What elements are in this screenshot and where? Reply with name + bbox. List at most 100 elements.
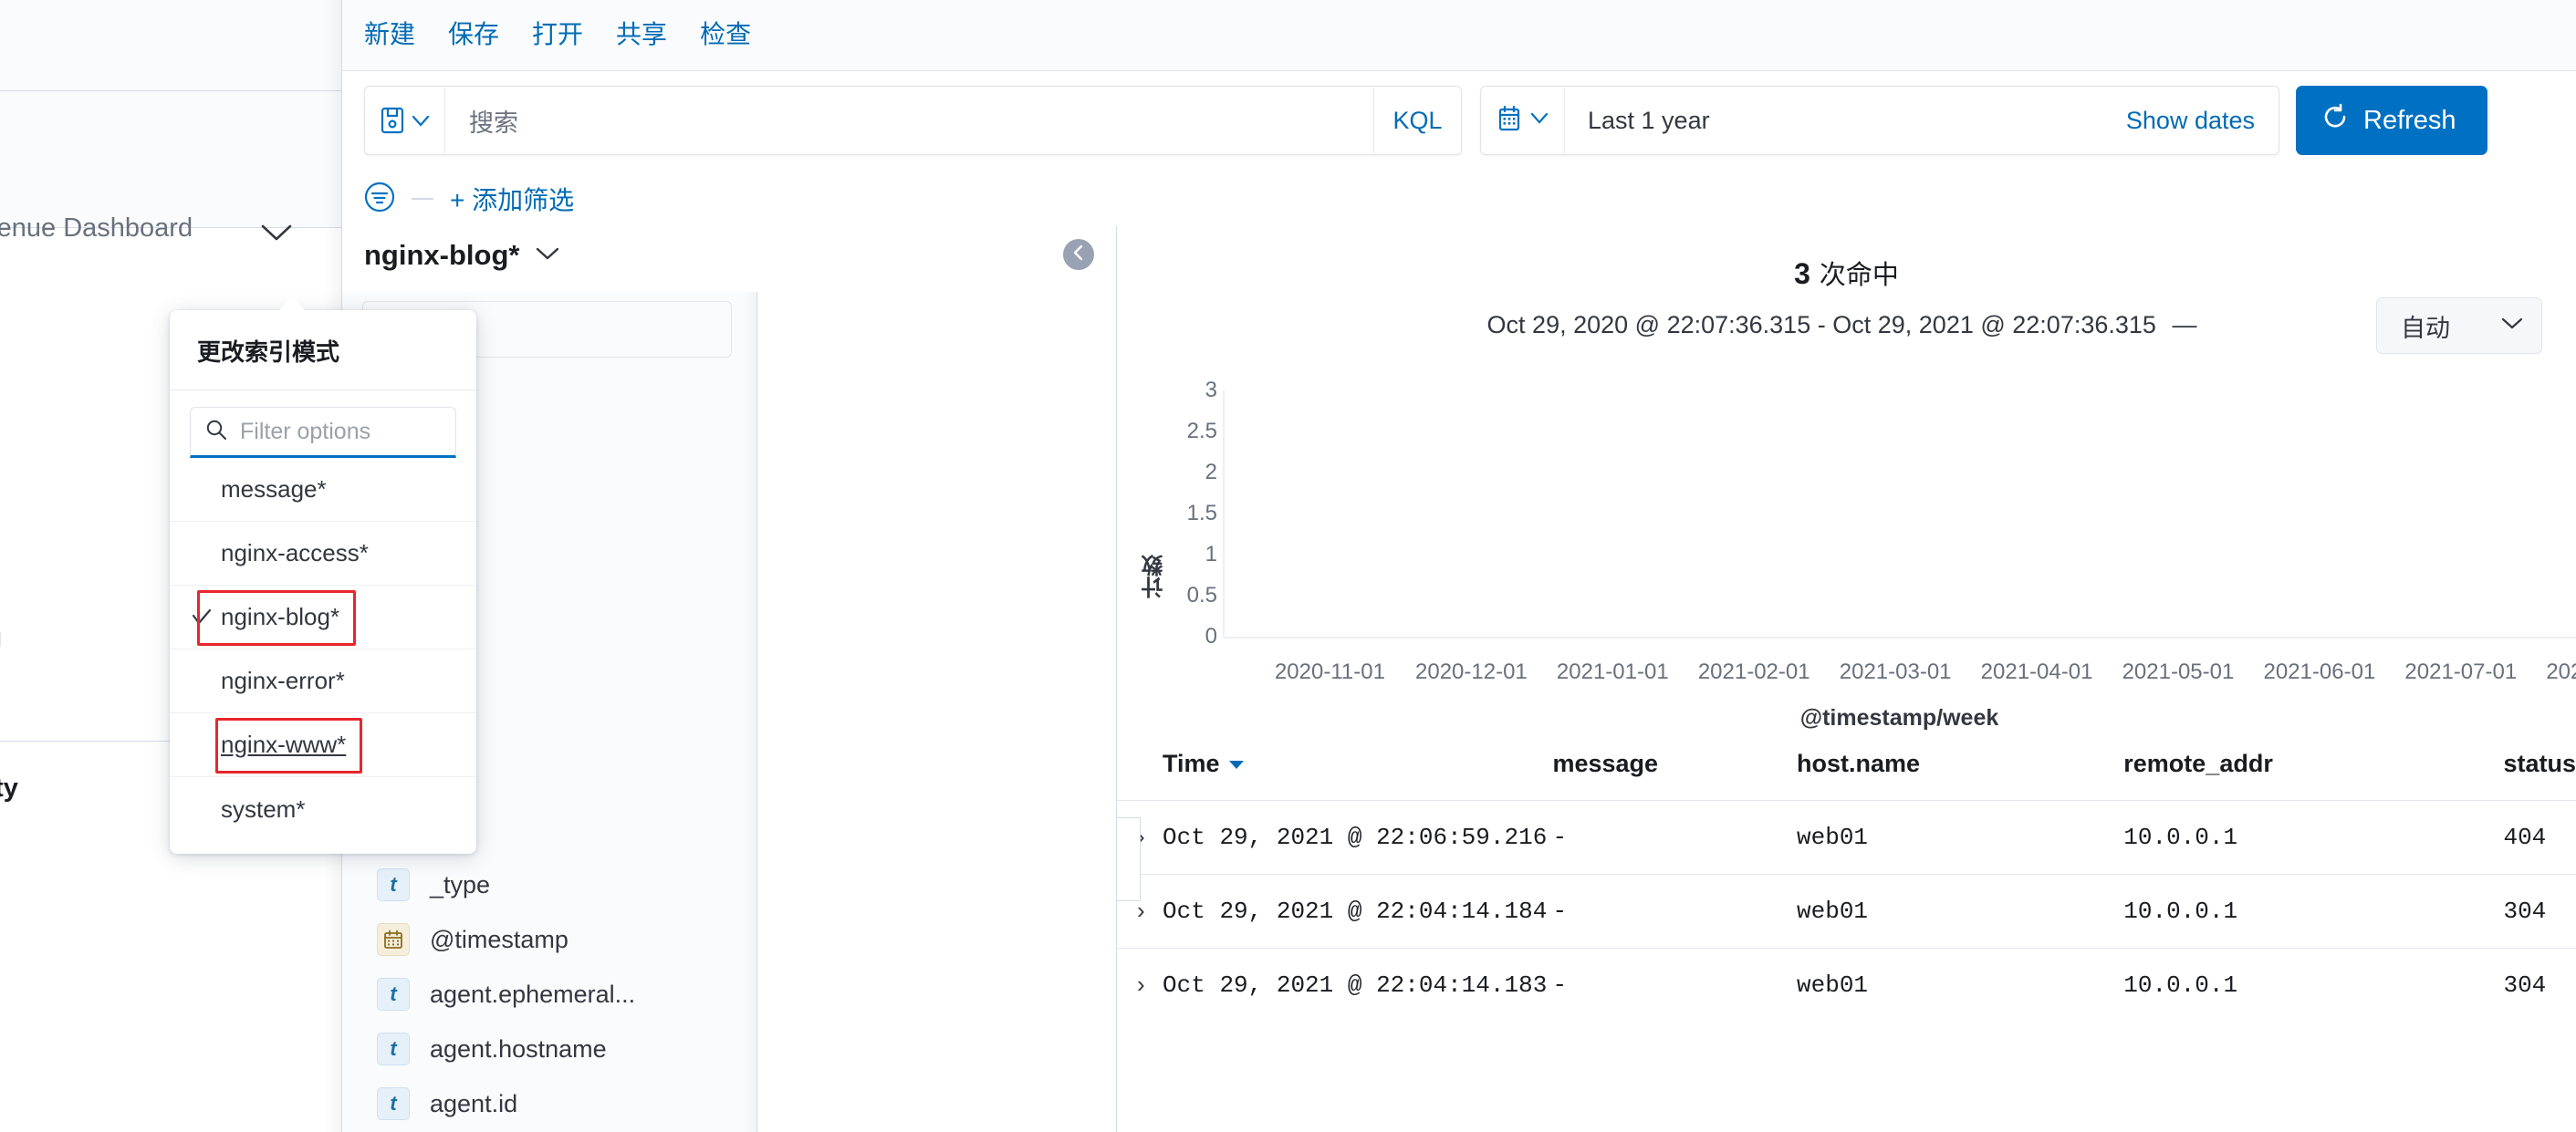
top-menu-items: 新建 保存 打开 共享 检查 xyxy=(364,15,751,51)
menu-item-new[interactable]: 新建 xyxy=(364,15,415,51)
menu-item-inspect[interactable]: 检查 xyxy=(700,15,751,51)
cell-message: - xyxy=(1552,800,1798,875)
index-pattern-selector[interactable]: nginx-blog* xyxy=(364,239,559,272)
index-pattern-option-label: message* xyxy=(221,475,327,503)
index-pattern-option[interactable]: nginx-error* xyxy=(170,649,476,713)
filter-options-input[interactable] xyxy=(240,418,534,445)
column-header-message[interactable]: message xyxy=(1552,737,1797,801)
expand-row-button[interactable]: › xyxy=(1137,971,1145,998)
chevron-down-icon xyxy=(1530,112,1549,129)
menu-item-open[interactable]: 打开 xyxy=(532,15,583,51)
x-axis-tick: 2021-03-01 xyxy=(1839,659,1952,684)
field-item[interactable]: t _type xyxy=(342,857,757,912)
x-axis-tick: 2021-07-01 xyxy=(2404,659,2518,684)
hits-count: 3 xyxy=(1794,257,1810,290)
cell-remoteaddr: 10.0.0.1 xyxy=(2123,874,2504,949)
chevron-down-icon xyxy=(412,115,430,127)
date-field-icon xyxy=(377,923,410,956)
interval-selector[interactable]: 自动 xyxy=(2376,297,2542,354)
cell-remoteaddr: 10.0.0.1 xyxy=(2123,800,2504,875)
column-header-status[interactable]: status xyxy=(2503,737,2576,801)
index-pattern-option[interactable]: nginx-www* xyxy=(170,713,476,777)
y-axis-tick: 3 xyxy=(1205,378,1217,402)
left-panel-mid-box[interactable] xyxy=(0,91,342,241)
date-quick-select-button[interactable] xyxy=(1481,87,1565,154)
index-pattern-option-label: system* xyxy=(221,794,306,823)
filter-divider xyxy=(412,198,433,200)
cell-status: 304 xyxy=(2503,874,2576,949)
hits-summary: 3 次命中 xyxy=(1117,254,2576,292)
menu-item-share[interactable]: 共享 xyxy=(616,15,667,51)
range-separator: - xyxy=(1817,311,1826,338)
date-range-label[interactable]: Last 1 year xyxy=(1565,87,2126,154)
cell-hostname: web01 xyxy=(1797,800,2124,875)
saved-query-button[interactable] xyxy=(365,87,445,154)
cell-status: 404 xyxy=(2503,800,2576,875)
hits-label: 次命中 xyxy=(1819,261,1899,290)
refresh-button[interactable]: Refresh xyxy=(2296,86,2487,155)
filter-options-icon[interactable] xyxy=(364,182,395,217)
y-axis-tick: 2 xyxy=(1205,460,1217,484)
expand-column-header xyxy=(1117,737,1163,801)
column-label-time: Time xyxy=(1163,750,1220,777)
index-pattern-name: nginx-blog* xyxy=(364,239,520,271)
cell-hostname: web01 xyxy=(1797,948,2124,1022)
main-area: 新建 保存 打开 共享 检查 搜索 KQL Last 1 year Show d… xyxy=(342,0,2576,1132)
range-dash: — xyxy=(2172,311,2197,338)
add-filter-button[interactable]: + 添加筛选 xyxy=(450,181,574,217)
column-header-time[interactable]: Time xyxy=(1163,737,1552,801)
index-pattern-option[interactable]: nginx-blog* xyxy=(170,586,476,649)
field-name: agent.id xyxy=(430,1089,518,1117)
y-axis-ticks: 3 2.5 2 1.5 1 0.5 0 xyxy=(1161,378,1217,649)
x-axis-tick: 2021-06-01 xyxy=(2263,659,2376,684)
cell-remoteaddr: 10.0.0.1 xyxy=(2123,948,2504,1022)
index-pattern-option-label: nginx-blog* xyxy=(221,603,340,630)
field-item[interactable]: t agent.hostname xyxy=(342,1022,757,1076)
index-pattern-option-list: message* nginx-access* nginx-blog* nginx-er… xyxy=(170,458,476,854)
x-axis-line xyxy=(1223,637,2576,639)
index-pattern-option-label: nginx-www* xyxy=(221,731,347,758)
query-bar: 搜索 KQL Last 1 year Show dates Refresh xyxy=(364,86,2576,155)
field-name: _type xyxy=(430,870,491,898)
show-dates-button[interactable]: Show dates xyxy=(2126,87,2279,154)
field-list: t _type @timestamp t agent.ephemeral... xyxy=(342,857,757,1131)
x-axis-tick: 2021-08-01 xyxy=(2546,659,2576,684)
documents-table-wrapper: Time message host.name remote_addr statu… xyxy=(1116,737,2576,1132)
x-axis-tick: 2021-04-01 xyxy=(1980,659,2093,684)
field-item[interactable]: t agent.ephemeral... xyxy=(342,967,757,1022)
filter-options-field[interactable] xyxy=(190,407,534,458)
discover-content: 3 次命中 Oct 29, 2020 @ 22:07:36.315 - Oct 2… xyxy=(1116,226,2576,1132)
x-axis-label: @timestamp/week xyxy=(1799,705,1999,731)
left-panel-item-truncated-2[interactable]: lity xyxy=(0,774,18,804)
index-pattern-popover: 更改索引模式 message* nginx-access* nginx-blog* n… xyxy=(170,297,534,854)
table-row[interactable]: › Oct 29, 2021 @ 22:06:59.216 - web01 10… xyxy=(1117,800,2576,875)
collapse-sidebar-button[interactable] xyxy=(1063,239,1094,270)
kql-language-button[interactable]: KQL xyxy=(1373,87,1461,154)
index-pattern-option[interactable]: nginx-access* xyxy=(170,522,476,586)
field-name: agent.ephemeral... xyxy=(430,980,636,1008)
column-header-remoteaddr[interactable]: remote_addr xyxy=(2123,737,2503,801)
field-item[interactable]: @timestamp xyxy=(342,912,757,967)
save-floppy-icon xyxy=(381,107,404,134)
left-panel-top-box xyxy=(0,0,342,91)
index-pattern-option[interactable]: system* xyxy=(170,777,476,841)
histogram-chart: 计数 3 2.5 2 1.5 1 0.5 0 2020-11-01 2020-12-01 202… xyxy=(1117,378,2576,774)
chevron-down-icon xyxy=(536,246,559,265)
y-axis-line xyxy=(1223,390,1225,639)
left-panel-item-truncated-1[interactable]: g xyxy=(0,623,2,653)
calendar-icon xyxy=(1497,105,1521,137)
field-item[interactable]: t agent.id xyxy=(342,1076,757,1131)
top-menu-bar: 新建 保存 打开 共享 检查 xyxy=(342,0,2576,71)
column-header-hostname[interactable]: host.name xyxy=(1797,737,2123,801)
search-input[interactable]: 搜索 xyxy=(445,87,1373,154)
sort-desc-icon[interactable] xyxy=(1228,761,1244,770)
date-picker: Last 1 year Show dates xyxy=(1480,86,2279,155)
chevron-down-icon[interactable] xyxy=(261,223,292,242)
table-row[interactable]: › Oct 29, 2021 @ 22:04:14.184 - web01 10… xyxy=(1117,874,2576,949)
y-axis-tick: 0 xyxy=(1205,624,1217,649)
table-row[interactable]: › Oct 29, 2021 @ 22:04:14.183 - web01 10… xyxy=(1117,948,2576,1022)
index-pattern-option[interactable]: message* xyxy=(170,458,476,522)
cell-time: Oct 29, 2021 @ 22:06:59.216 xyxy=(1163,800,1553,875)
cell-time: Oct 29, 2021 @ 22:04:14.184 xyxy=(1163,874,1553,949)
menu-item-save[interactable]: 保存 xyxy=(448,15,499,51)
